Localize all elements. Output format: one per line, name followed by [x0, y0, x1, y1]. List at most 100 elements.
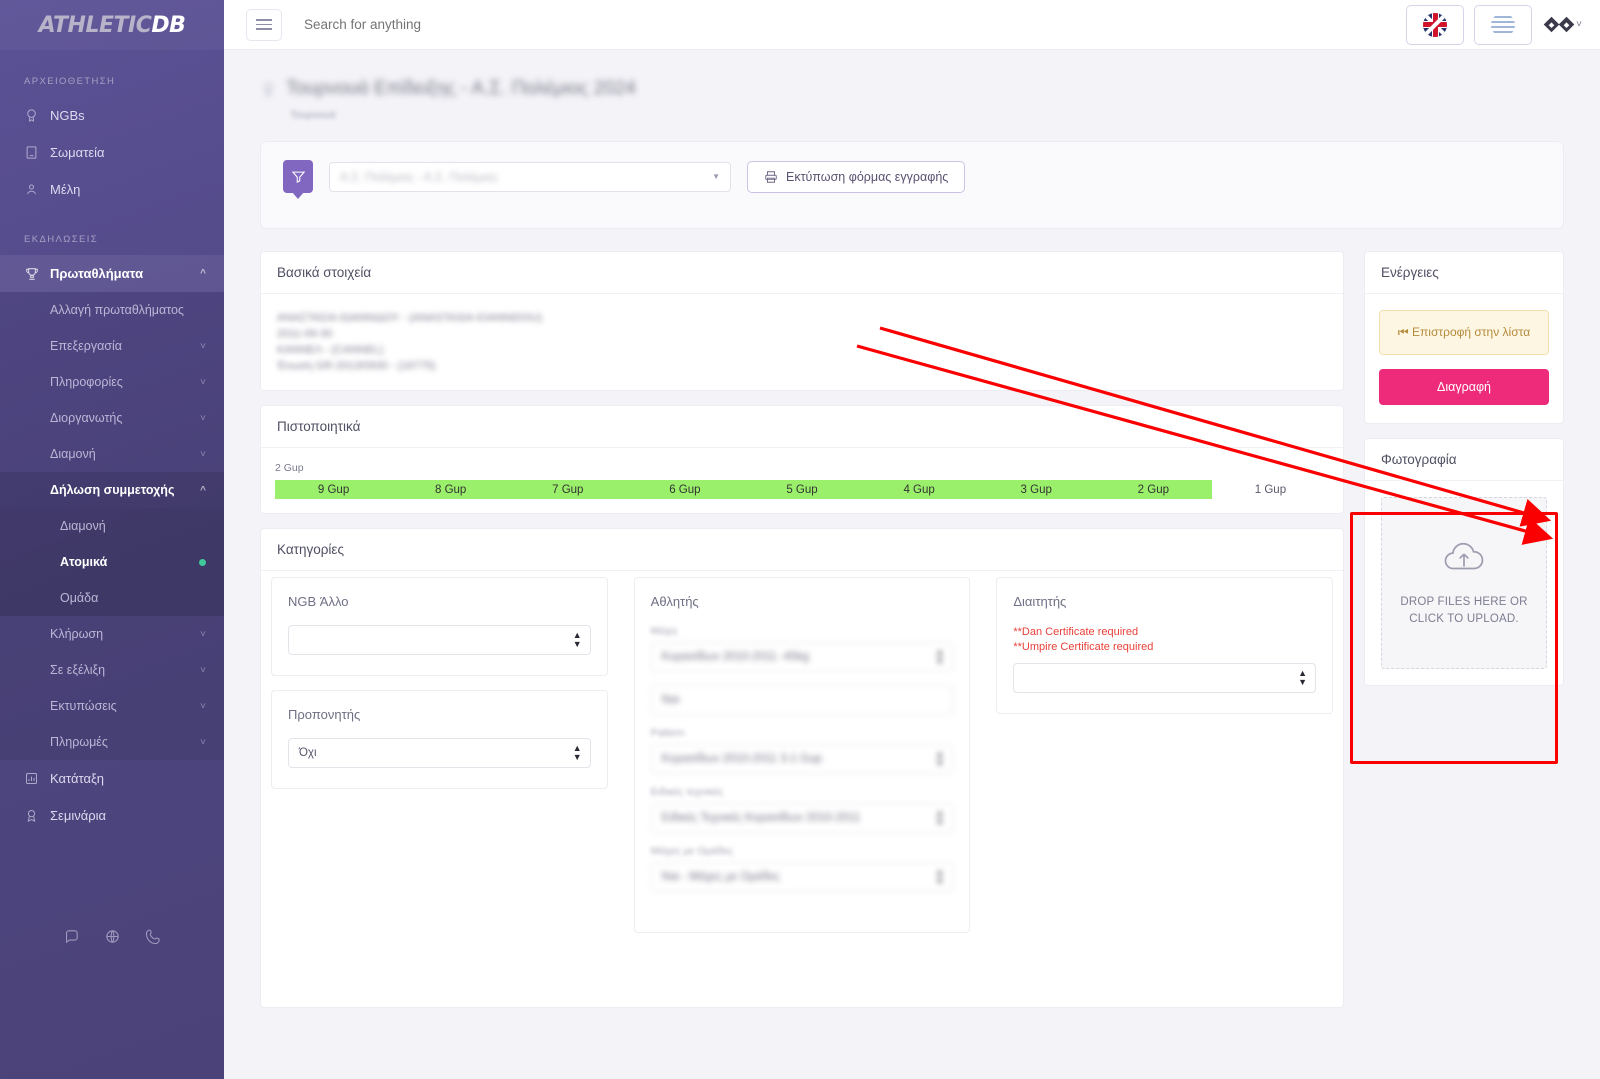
sidebar-item-championships[interactable]: Πρωταθλήματα ^: [0, 255, 224, 292]
chevron-down-icon: ˅: [200, 736, 206, 748]
globe-icon[interactable]: [104, 928, 121, 945]
page-title: Τουρνουά Επίδειξης - Α.Σ. Πολέμιος 2024: [260, 78, 1600, 100]
sidebar-item-clubs[interactable]: Σωματεία: [0, 134, 224, 171]
sidebar-item-label: Κατάταξη: [50, 771, 105, 786]
category-column-athlete: Αθλητής Μάχη Κορασίδων 2010-2011 -45kg ▲…: [633, 577, 971, 947]
spinner-icon: ▲ ▼: [1298, 668, 1308, 687]
filter-row: Α.Σ. Πολέμιος - Α.Σ. Πολέμιος ▼ Εκτύπωση…: [283, 160, 1541, 199]
sidebar-item-payments[interactable]: Πληρωμές ˅: [0, 724, 224, 760]
chevron-down-icon: ˅: [200, 340, 206, 352]
sidebar-item-label: Διαμονή: [50, 447, 96, 461]
delete-button[interactable]: Διαγραφή: [1379, 369, 1549, 405]
sidebar-item-seminars[interactable]: Σεμινάρια: [0, 797, 224, 834]
championship-submenu: Αλλαγή πρωταθλήματος Επεξεργασία ˅ Πληρο…: [0, 292, 224, 760]
sidebar-item-participation-declaration[interactable]: Δήλωση συμμετοχής ^: [0, 472, 224, 508]
categories-body: NGB Άλλο ▲ ▼ Προπονητής Όχι ▲ ▼ Αθλητής …: [261, 571, 1343, 967]
gup-segment: 3 Gup: [977, 480, 1095, 499]
chat-icon[interactable]: [63, 928, 80, 945]
sidebar-item-ranking[interactable]: Κατάταξη: [0, 760, 224, 797]
skip-back-icon: ⏮: [1397, 325, 1409, 339]
basic-info-title: Βασικά στοιχεία: [261, 252, 1343, 294]
athlete-label: Αθλητής: [650, 594, 699, 609]
user-menu-button[interactable]: ˅: [1543, 16, 1582, 33]
gup-segment: 6 Gup: [626, 480, 744, 499]
coach-select[interactable]: Όχι ▲ ▼: [288, 738, 591, 768]
back-to-list-button[interactable]: ⏮ Επιστροφή στην λίστα: [1379, 310, 1549, 355]
sidebar-item-change-championship[interactable]: Αλλαγή πρωταθλήματος: [0, 292, 224, 328]
sidebar-item-organizer[interactable]: Διοργανωτής ˅: [0, 400, 224, 436]
basic-info-line: Ένωση GR-2013/0930 - (16775): [277, 360, 436, 372]
sidebar-item-participation-accommodation[interactable]: Διαμονή: [0, 508, 224, 544]
gup-segment: 8 Gup: [392, 480, 510, 499]
print-button-label: Εκτύπωση φόρμας εγγραφής: [786, 169, 949, 184]
athlete-field-label: Μάχες με Ομάδες: [650, 845, 734, 857]
sidebar-item-participation-team[interactable]: Ομάδα: [0, 580, 224, 616]
sidebar-item-printouts[interactable]: Εκτυπώσεις ˅: [0, 688, 224, 724]
current-gup-label: 2 Gup: [275, 462, 304, 474]
sidebar-item-ngbs[interactable]: NGBs: [0, 97, 224, 134]
award-icon: [24, 808, 50, 823]
sidebar-item-label: Εκτυπώσεις: [50, 699, 117, 713]
chevron-down-icon: ˅: [200, 448, 206, 460]
filter-icon[interactable]: [283, 160, 313, 199]
page-header: Τουρνουά Επίδειξης - Α.Σ. Πολέμιος 2024 …: [224, 50, 1600, 121]
sidebar-item-edit[interactable]: Επεξεργασία ˅: [0, 328, 224, 364]
page-title-text: Τουρνουά Επίδειξης - Α.Σ. Πολέμιος 2024: [286, 78, 636, 99]
language-switcher-button[interactable]: [1406, 4, 1465, 45]
athlete-field-select[interactable]: Ναι: [650, 685, 954, 715]
phone-icon[interactable]: [145, 928, 162, 945]
athlete-box: Αθλητής Μάχη Κορασίδων 2010-2011 -45kg ▲…: [633, 577, 971, 933]
greece-flag-icon: [1491, 12, 1516, 37]
sidebar-item-information[interactable]: Πληροφορίες ˅: [0, 364, 224, 400]
top-bar: ˅: [224, 0, 1600, 50]
athlete-field-select[interactable]: Ναι - Μάχες με Ομάδες ▲ ▼: [650, 862, 954, 892]
search-input[interactable]: [304, 17, 604, 32]
top-bar-right: ˅: [1406, 4, 1582, 45]
athlete-field-label: Pattern: [650, 727, 685, 739]
athlete-field-select[interactable]: Κορασίδων 2010-2011 -45kg ▲ ▼: [650, 642, 954, 672]
club-filter-select[interactable]: Α.Σ. Πολέμιος - Α.Σ. Πολέμιος ▼: [329, 161, 731, 192]
trophy-icon: [24, 266, 50, 282]
participation-submenu: Διαμονή Ατομικά Ομάδα: [0, 508, 224, 616]
page-subtitle: Τουρνουά: [290, 109, 336, 121]
sidebar-item-label: Διοργανωτής: [50, 411, 123, 425]
sidebar-item-label: Σε εξέλιξη: [50, 663, 106, 677]
bar-chart-icon: [24, 771, 50, 786]
ngb-other-select[interactable]: ▲ ▼: [288, 625, 591, 655]
coach-label: Προπονητής: [288, 707, 361, 722]
athlete-field-value: Ναι: [661, 694, 680, 706]
sidebar-item-label: Σεμινάρια: [50, 808, 107, 823]
athlete-field-label: Ειδικές τεχνικές: [650, 786, 724, 798]
spinner-icon: ▲ ▼: [935, 808, 945, 827]
print-registration-form-button[interactable]: Εκτύπωση φόρμας εγγραφής: [747, 160, 966, 193]
ngb-other-box: NGB Άλλο ▲ ▼: [271, 577, 608, 676]
medal-icon: [24, 108, 50, 123]
athlete-field-select[interactable]: Κορασίδων 2010-2011 3-1 Gup ▲ ▼: [650, 744, 954, 774]
actions-body: ⏮ Επιστροφή στην λίστα Διαγραφή: [1365, 294, 1563, 423]
sidebar-item-label: Μέλη: [50, 182, 81, 197]
app-root: ATHLETICDB ΑΡΧΕΙΟΘΕΤΗΣΗ NGBs Σωματεία Μέ…: [0, 0, 1600, 1079]
sidebar-item-members[interactable]: Μέλη: [0, 171, 224, 208]
certificates-card: Πιστοποιητικά 2 Gup 9 Gup 8 Gup 7 Gup 6 …: [260, 405, 1344, 514]
sidebar-item-label: Ατομικά: [60, 555, 108, 569]
athlete-field-select[interactable]: Ειδικές Τεχνικές Κορασίδων 2010-2011 ▲ ▼: [650, 803, 954, 833]
brand-logo[interactable]: ATHLETICDB: [0, 0, 224, 50]
sidebar-item-draw[interactable]: Κλήρωση ˅: [0, 616, 224, 652]
region-switcher-button[interactable]: [1474, 4, 1533, 45]
sidebar-item-label: Διαμονή: [60, 519, 106, 533]
sidebar-item-participation-individual[interactable]: Ατομικά: [0, 544, 224, 580]
spinner-icon: ▲ ▼: [572, 630, 582, 649]
referee-select[interactable]: ▲ ▼: [1013, 663, 1317, 693]
hamburger-icon[interactable]: [246, 8, 282, 41]
referee-box: Διαιτητής **Dan Certificate required **U…: [996, 577, 1334, 714]
sidebar-item-accommodation[interactable]: Διαμονή ˅: [0, 436, 224, 472]
basic-info-body: ΑΝΑΣΤΑΣΙΑ ΙΩΑΝΝΙΔΟΥ - (ANASTASIA IOANNID…: [261, 294, 1343, 390]
athlete-field-label: Μάχη: [650, 625, 677, 637]
photo-title: Φωτογραφία: [1365, 439, 1563, 481]
filter-panel: Α.Σ. Πολέμιος - Α.Σ. Πολέμιος ▼ Εκτύπωση…: [260, 141, 1564, 229]
sidebar-item-in-progress[interactable]: Σε εξέλιξη ˅: [0, 652, 224, 688]
certificates-title: Πιστοποιητικά: [261, 406, 1343, 448]
gup-segment: 9 Gup: [275, 480, 393, 499]
spinner-icon: ▲ ▼: [935, 749, 945, 768]
sidebar-item-label: Πληροφορίες: [50, 375, 123, 389]
